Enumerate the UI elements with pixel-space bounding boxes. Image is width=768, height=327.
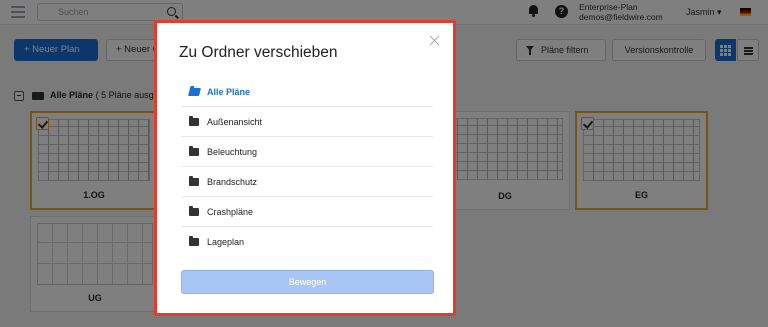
folder-option-label: Lageplan [207, 237, 245, 247]
folder-list: Alle Pläne Außenansicht Beleuchtung Bran… [181, 77, 433, 257]
dialog-title: Zu Ordner verschieben [179, 44, 338, 61]
folder-option-lageplan[interactable]: Lageplan [181, 227, 433, 257]
move-to-folder-dialog: Zu Ordner verschieben Alle Pläne Außenan… [154, 20, 456, 316]
folder-open-icon [188, 88, 201, 96]
folder-option-label: Crashpläne [207, 207, 254, 217]
folder-option-alle-plaene[interactable]: Alle Pläne [181, 77, 433, 107]
folder-icon [189, 176, 199, 186]
folder-option-aussenansicht[interactable]: Außenansicht [181, 107, 433, 137]
move-button[interactable]: Bewegen [181, 270, 434, 294]
folder-option-beleuchtung[interactable]: Beleuchtung [181, 137, 433, 167]
folder-option-label: Alle Pläne [207, 87, 251, 97]
folder-icon [189, 206, 199, 216]
folder-option-label: Außenansicht [207, 117, 263, 127]
folder-icon [189, 236, 199, 246]
folder-icon [189, 116, 199, 126]
folder-option-crashplaene[interactable]: Crashpläne [181, 197, 433, 227]
folder-option-brandschutz[interactable]: Brandschutz [181, 167, 433, 197]
folder-option-label: Brandschutz [207, 177, 258, 187]
folder-option-label: Beleuchtung [207, 147, 258, 157]
folder-icon [189, 146, 199, 156]
close-icon[interactable] [429, 35, 440, 46]
